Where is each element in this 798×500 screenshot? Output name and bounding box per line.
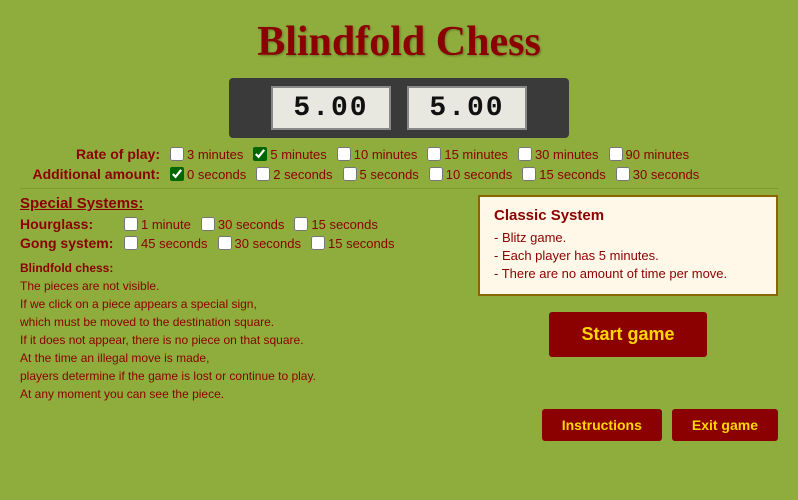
- additional-checkbox-1[interactable]: [256, 167, 270, 181]
- gong-option-0[interactable]: 45 seconds: [124, 236, 208, 251]
- additional-checkbox-3[interactable]: [429, 167, 443, 181]
- rate-option-5[interactable]: 90 minutes: [609, 147, 690, 162]
- rate-option-3[interactable]: 15 minutes: [427, 147, 508, 162]
- additional-amount-row: Additional amount: 0 seconds 2 seconds 5 s…: [20, 166, 778, 182]
- blindfold-title: Blindfold chess:: [20, 261, 113, 275]
- additional-option-5[interactable]: 30 seconds: [616, 167, 700, 182]
- rate-label-5: 90 minutes: [626, 147, 690, 162]
- rate-checkbox-4[interactable]: [518, 147, 532, 161]
- instructions-button[interactable]: Instructions: [542, 409, 662, 441]
- classic-box: Classic System - Blitz game. - Each playe…: [478, 195, 778, 296]
- additional-amount-options: 0 seconds 2 seconds 5 seconds 10 seconds 15 …: [170, 167, 707, 182]
- hourglass-checkbox-2[interactable]: [294, 217, 308, 231]
- start-button-row: Start game: [478, 312, 778, 357]
- right-panel: Classic System - Blitz game. - Each playe…: [478, 195, 778, 403]
- rate-checkbox-5[interactable]: [609, 147, 623, 161]
- additional-label-4: 15 seconds: [539, 167, 606, 182]
- left-panel: Special Systems: Hourglass: 1 minute 30 s…: [20, 195, 468, 403]
- rate-label-0: 3 minutes: [187, 147, 243, 162]
- additional-label-3: 10 seconds: [446, 167, 513, 182]
- rate-checkbox-3[interactable]: [427, 147, 441, 161]
- gong-checkbox-1[interactable]: [218, 236, 232, 250]
- additional-option-2[interactable]: 5 seconds: [343, 167, 419, 182]
- rate-option-0[interactable]: 3 minutes: [170, 147, 243, 162]
- gong-options: 45 seconds 30 seconds 15 seconds: [124, 236, 403, 251]
- gong-label: Gong system:: [20, 235, 120, 251]
- hourglass-label: Hourglass:: [20, 216, 120, 232]
- blindfold-line: If it does not appear, there is no piece…: [20, 333, 304, 347]
- rate-checkbox-1[interactable]: [253, 147, 267, 161]
- additional-amount-label: Additional amount:: [20, 166, 160, 182]
- gong-option-2[interactable]: 15 seconds: [311, 236, 395, 251]
- additional-checkbox-4[interactable]: [522, 167, 536, 181]
- rate-label-3: 15 minutes: [444, 147, 508, 162]
- clock-right: 5.00: [407, 86, 527, 130]
- gong-label-1: 30 seconds: [235, 236, 302, 251]
- divider: [20, 188, 778, 189]
- blindfold-line: The pieces are not visible.: [20, 279, 159, 293]
- start-button[interactable]: Start game: [549, 312, 706, 357]
- rate-of-play-label: Rate of play:: [20, 146, 160, 162]
- gong-row: Gong system: 45 seconds 30 seconds 15 seco…: [20, 235, 468, 251]
- classic-line: - There are no amount of time per move.: [494, 266, 762, 281]
- hourglass-option-2[interactable]: 15 seconds: [294, 217, 378, 232]
- additional-option-1[interactable]: 2 seconds: [256, 167, 332, 182]
- additional-label-0: 0 seconds: [187, 167, 246, 182]
- rate-label-2: 10 minutes: [354, 147, 418, 162]
- additional-option-0[interactable]: 0 seconds: [170, 167, 246, 182]
- blindfold-lines: The pieces are not visible. If we click o…: [20, 279, 316, 401]
- classic-line: - Each player has 5 minutes.: [494, 248, 762, 263]
- additional-checkbox-5[interactable]: [616, 167, 630, 181]
- additional-label-5: 30 seconds: [633, 167, 700, 182]
- gong-checkbox-2[interactable]: [311, 236, 325, 250]
- additional-option-4[interactable]: 15 seconds: [522, 167, 606, 182]
- gong-label-0: 45 seconds: [141, 236, 208, 251]
- blindfold-line: At the time an illegal move is made,: [20, 351, 209, 365]
- hourglass-checkbox-0[interactable]: [124, 217, 138, 231]
- blindfold-text: Blindfold chess: The pieces are not visi…: [20, 259, 468, 403]
- additional-checkbox-2[interactable]: [343, 167, 357, 181]
- clock-container: 5.00 5.00: [229, 78, 569, 138]
- hourglass-label-2: 15 seconds: [311, 217, 378, 232]
- bottom-buttons: Instructions Exit game: [20, 409, 778, 441]
- rate-label-1: 5 minutes: [270, 147, 326, 162]
- hourglass-label-1: 30 seconds: [218, 217, 285, 232]
- gong-label-2: 15 seconds: [328, 236, 395, 251]
- special-systems-title: Special Systems:: [20, 195, 468, 212]
- classic-title: Classic System: [494, 207, 762, 224]
- additional-checkbox-0[interactable]: [170, 167, 184, 181]
- bottom-section: Special Systems: Hourglass: 1 minute 30 s…: [20, 195, 778, 403]
- special-systems: Special Systems: Hourglass: 1 minute 30 s…: [20, 195, 468, 251]
- rate-option-1[interactable]: 5 minutes: [253, 147, 326, 162]
- rate-checkbox-2[interactable]: [337, 147, 351, 161]
- rate-label-4: 30 minutes: [535, 147, 599, 162]
- hourglass-options: 1 minute 30 seconds 15 seconds: [124, 217, 386, 232]
- blindfold-line: If we click on a piece appears a special…: [20, 297, 257, 311]
- blindfold-line: players determine if the game is lost or…: [20, 369, 316, 383]
- clock-left: 5.00: [271, 86, 391, 130]
- additional-option-3[interactable]: 10 seconds: [429, 167, 513, 182]
- additional-label-2: 5 seconds: [360, 167, 419, 182]
- additional-label-1: 2 seconds: [273, 167, 332, 182]
- exit-button[interactable]: Exit game: [672, 409, 778, 441]
- hourglass-label-0: 1 minute: [141, 217, 191, 232]
- rate-option-2[interactable]: 10 minutes: [337, 147, 418, 162]
- rate-checkbox-0[interactable]: [170, 147, 184, 161]
- hourglass-option-0[interactable]: 1 minute: [124, 217, 191, 232]
- rate-of-play-options: 3 minutes 5 minutes 10 minutes 15 minutes 30…: [170, 147, 697, 162]
- hourglass-option-1[interactable]: 30 seconds: [201, 217, 285, 232]
- classic-line: - Blitz game.: [494, 230, 762, 245]
- blindfold-line: which must be moved to the destination s…: [20, 315, 274, 329]
- hourglass-checkbox-1[interactable]: [201, 217, 215, 231]
- page-title: Blindfold Chess: [0, 0, 798, 66]
- blindfold-line: At any moment you can see the piece.: [20, 387, 224, 401]
- hourglass-row: Hourglass: 1 minute 30 seconds 15 seconds: [20, 216, 468, 232]
- gong-checkbox-0[interactable]: [124, 236, 138, 250]
- rate-option-4[interactable]: 30 minutes: [518, 147, 599, 162]
- rate-of-play-row: Rate of play: 3 minutes 5 minutes 10 minut…: [20, 146, 778, 162]
- gong-option-1[interactable]: 30 seconds: [218, 236, 302, 251]
- classic-lines: - Blitz game. - Each player has 5 minutes…: [494, 230, 762, 281]
